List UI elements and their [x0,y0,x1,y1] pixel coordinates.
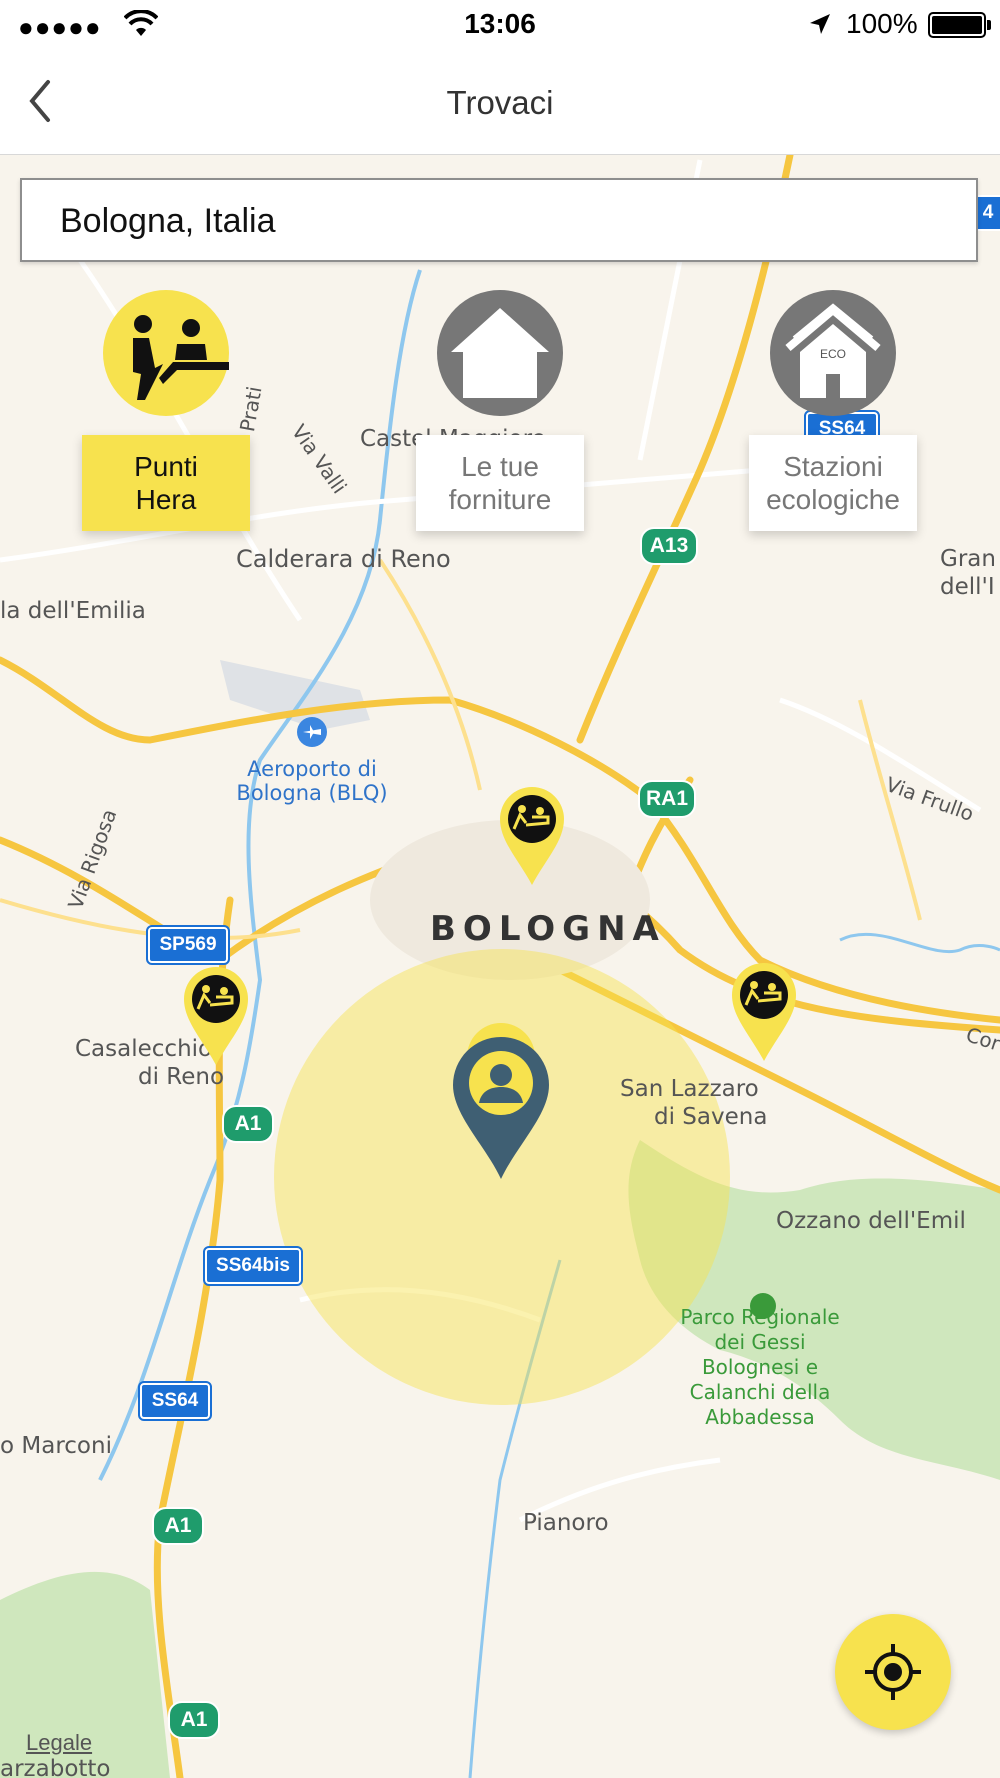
airport-icon [297,717,327,747]
category-label[interactable]: Stazioni ecologiche [749,435,917,531]
map-place-label: o Marconi [0,1433,112,1459]
location-arrow-icon [810,14,830,34]
map-place-label: Ozzano dell'Emil [776,1208,966,1234]
legal-link[interactable]: Legale [26,1730,92,1756]
hera-point-marker[interactable] [498,785,566,887]
category-label[interactable]: Punti Hera [82,435,250,531]
search-field[interactable]: Bologna, Italia [20,178,978,262]
map-place-label: di Reno [138,1064,225,1090]
category-label[interactable]: Le tue forniture [416,435,584,531]
eco-badge: ECO [819,347,846,361]
road-shield: A1 [152,1507,204,1545]
park-label-line: Abbadessa [705,1405,815,1429]
road-shield: SP569 [146,925,230,965]
search-value[interactable]: Bologna, Italia [60,202,276,241]
airport-label-2: Bologna (BLQ) [236,781,388,805]
park-label-line: Calanchi della [689,1380,831,1404]
road-shield: RA1 [638,780,696,818]
service-desk-icon[interactable] [103,290,229,416]
park-label-line: Bolognesi e [701,1355,819,1379]
battery-percent: 100% [846,8,918,39]
category-label-line: Stazioni [783,451,883,482]
page-title: Trovaci [446,84,554,121]
map-place-label: la dell'Emilia [0,598,146,624]
map-place-label: Gran [940,546,996,572]
park-tree-icon [750,1293,776,1319]
map-place-label: Pianoro [523,1510,609,1536]
road-shield: A1 [222,1105,274,1143]
park-label: Parco Regionale dei Gessi Bolognesi e Ca… [660,1305,860,1430]
map-place-label: arzabotto [0,1756,111,1778]
map-place-label: Calderara di Reno [236,545,451,573]
city-label: BOLOGNA [430,909,666,949]
road-shield: SS64bis [203,1246,303,1286]
navigation-bar: Trovaci [0,50,1000,155]
hera-point-marker[interactable] [730,961,798,1063]
hera-point-marker[interactable] [182,965,250,1067]
road-shield: A13 [640,527,698,565]
user-location-pin-icon[interactable] [451,1035,551,1181]
category-label-line: forniture [448,484,552,515]
map-place-label: San Lazzaro [620,1076,759,1102]
category-label-line: Punti [134,451,198,482]
category-label-line: ecologiche [766,484,900,515]
locate-me-button[interactable] [835,1614,951,1730]
battery-icon [928,12,991,38]
road-shield: A1 [168,1701,220,1739]
map-place-label: di Savena [654,1104,768,1130]
crosshair-icon [865,1644,921,1700]
map-place-label: dell'I [940,574,995,600]
category-label-line: Hera [135,484,197,515]
category-label-line: Le tue [461,451,539,482]
park-label-line: dei Gessi [714,1330,806,1354]
house-icon[interactable] [437,290,563,416]
status-bar: ●●●●● 13:06 100% [0,0,1000,50]
road-shield: SS64 [138,1381,212,1421]
